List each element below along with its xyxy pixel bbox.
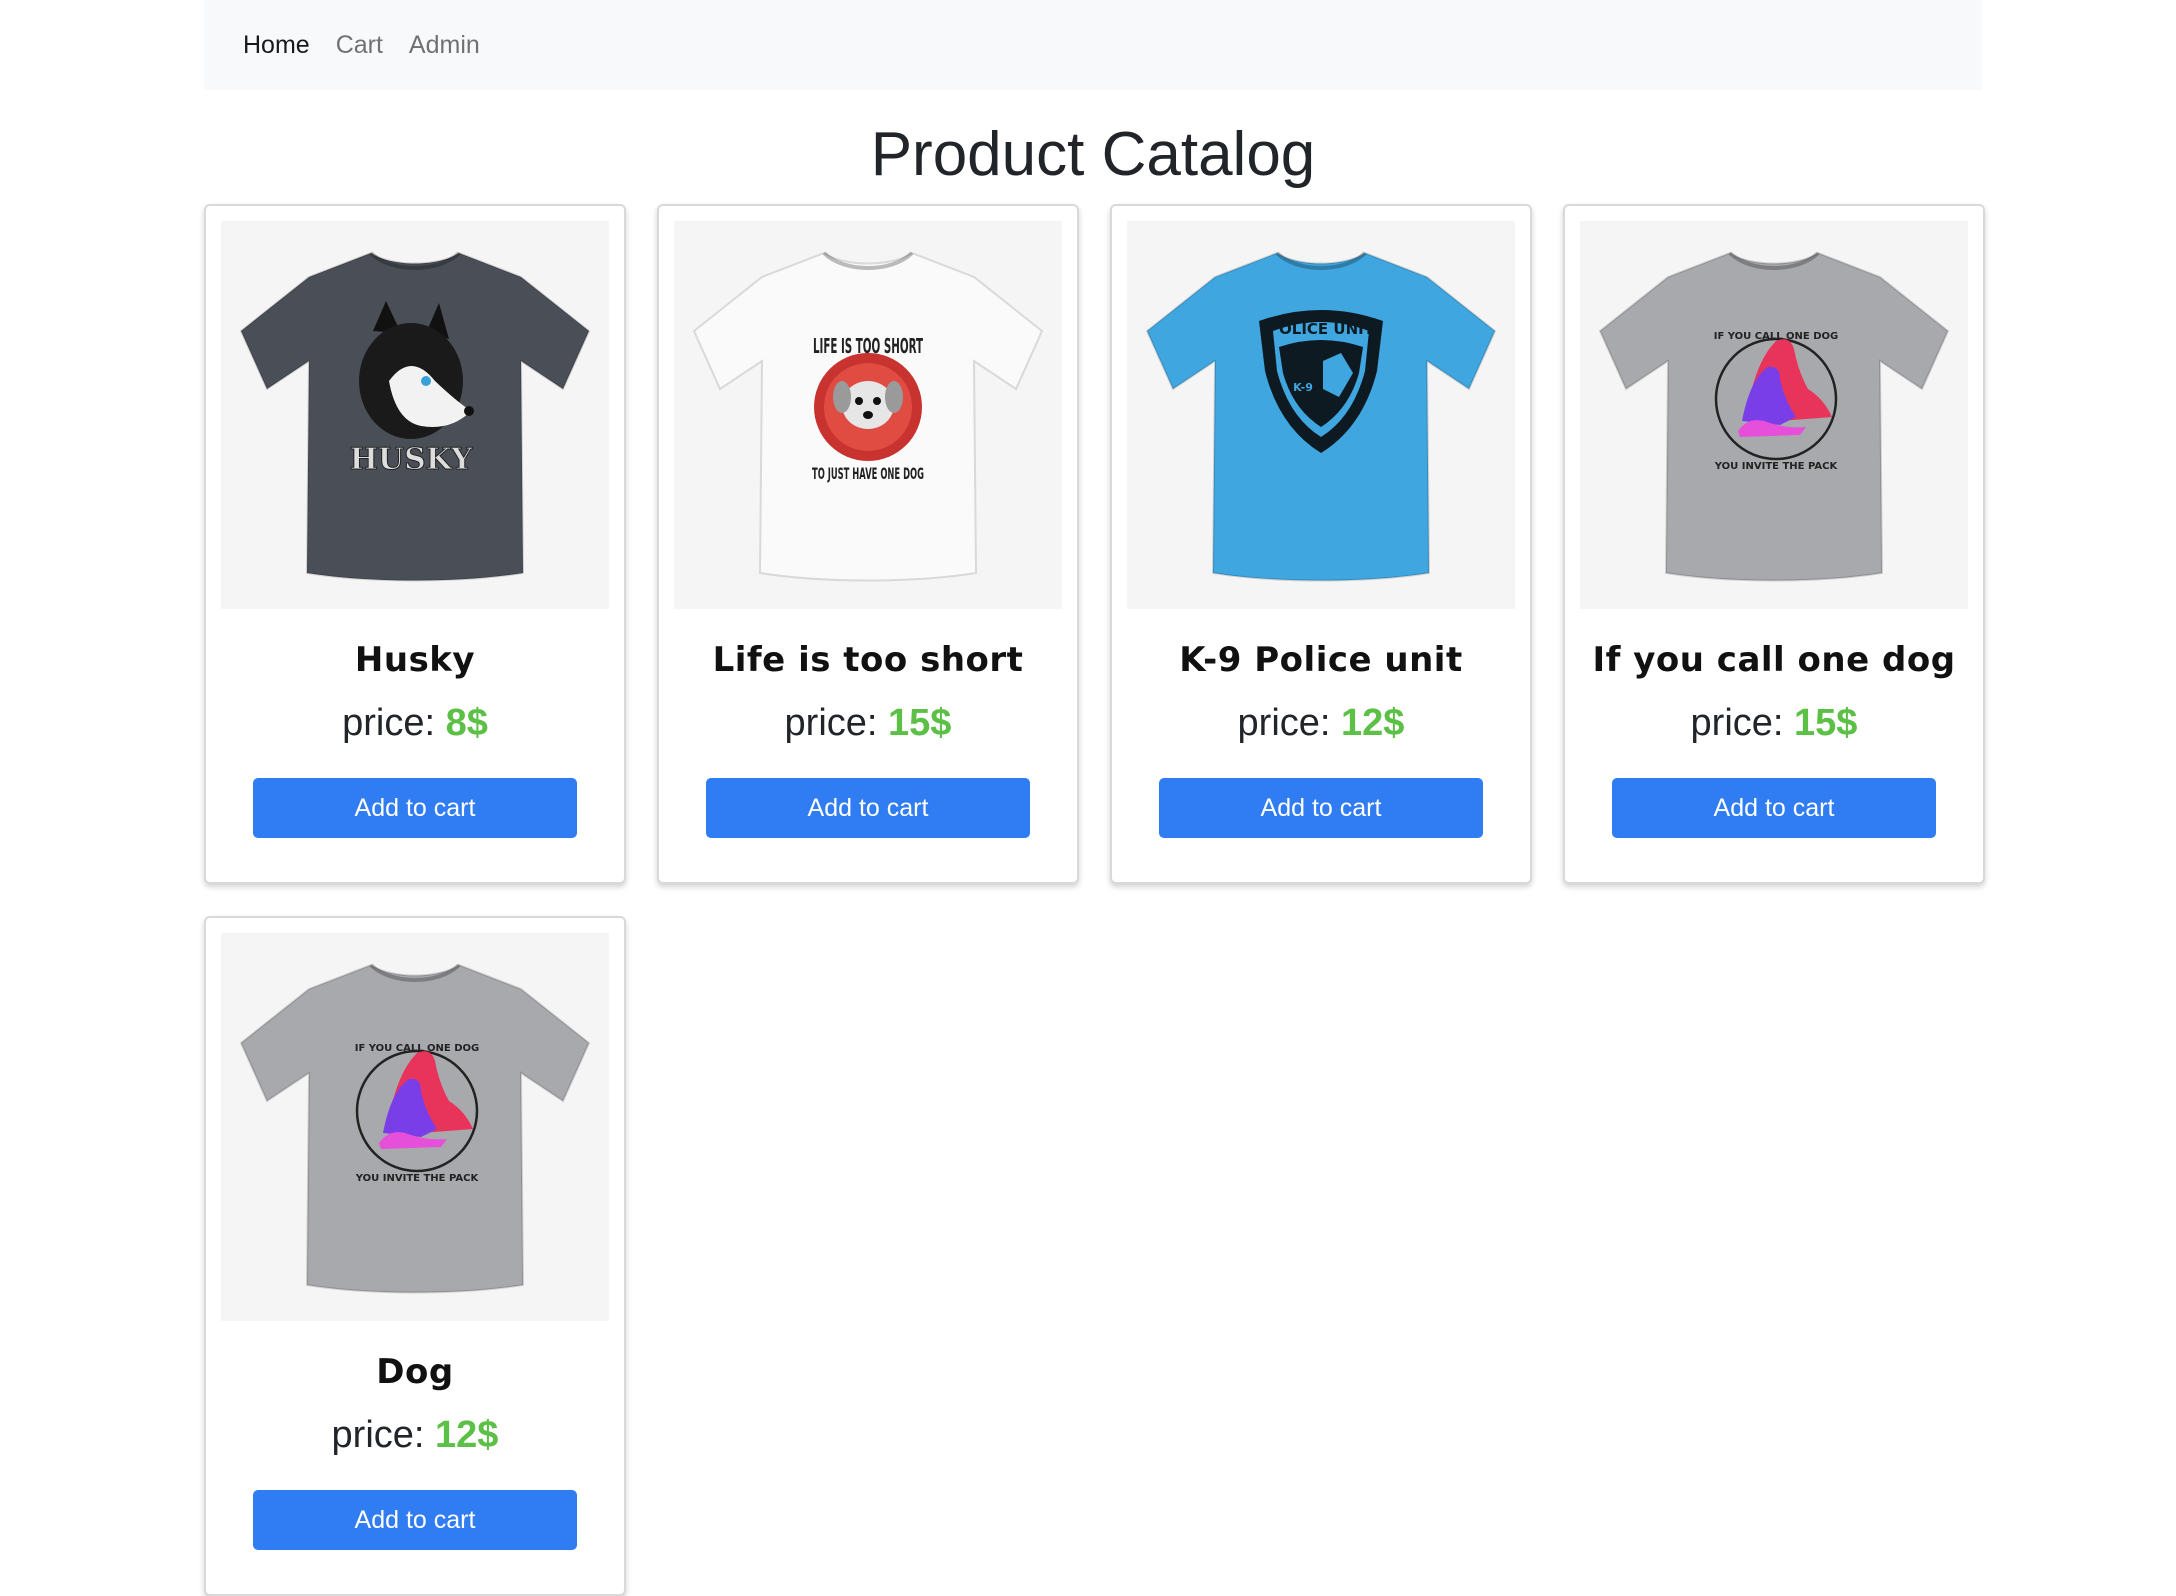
svg-text:TO JUST HAVE ONE DOG: TO JUST HAVE ONE DOG <box>812 464 924 483</box>
svg-text:IF YOU CALL ONE DOG: IF YOU CALL ONE DOG <box>355 1043 480 1054</box>
tshirt-image: POLICE UNIT K-9 <box>1145 251 1497 582</box>
product-price: price: 8$ <box>206 702 624 745</box>
add-to-cart-button[interactable]: Add to cart <box>706 778 1030 838</box>
product-name: Husky <box>354 640 476 680</box>
price-amount: 15$ <box>888 702 952 744</box>
price-label: price: <box>342 702 436 744</box>
product-name: Life is too short <box>712 640 1024 680</box>
tshirt-image: IF YOU CALL ONE DOG YOU INVITE THE PACK <box>1598 251 1950 582</box>
product-image: IF YOU CALL ONE DOG YOU INVITE THE PACK <box>1580 221 1968 609</box>
price-amount: 12$ <box>1341 702 1405 744</box>
price-label: price: <box>784 702 878 744</box>
nav-admin-link[interactable]: Admin <box>409 31 480 60</box>
tshirt-image: HUSKY <box>239 251 591 582</box>
price-label: price: <box>1237 702 1331 744</box>
add-to-cart-button[interactable]: Add to cart <box>1612 778 1936 838</box>
product-card: IF YOU CALL ONE DOG YOU INVITE THE PACK … <box>1563 204 1985 884</box>
svg-text:YOU INVITE THE PACK: YOU INVITE THE PACK <box>1714 461 1839 472</box>
product-price: price: 15$ <box>1565 702 1983 745</box>
tshirt-image: IF YOU CALL ONE DOG YOU INVITE THE PACK <box>239 963 591 1294</box>
add-to-cart-button[interactable]: Add to cart <box>253 778 577 838</box>
product-price: price: 12$ <box>1112 702 1530 745</box>
product-price: price: 15$ <box>659 702 1077 745</box>
product-card: HUSKY Husky price: 8$ Add to cart <box>204 204 626 884</box>
price-amount: 15$ <box>1794 702 1858 744</box>
svg-text:POLICE UNIT: POLICE UNIT <box>1268 320 1375 338</box>
svg-text:HUSKY: HUSKY <box>350 442 473 477</box>
tshirt-image: LIFE IS TOO SHORT TO JUST HAVE ONE DOG <box>692 251 1044 582</box>
product-image: IF YOU CALL ONE DOG YOU INVITE THE PACK <box>221 933 609 1321</box>
price-amount: 8$ <box>445 702 488 744</box>
svg-text:IF YOU CALL ONE DOG: IF YOU CALL ONE DOG <box>1714 331 1839 342</box>
product-image: HUSKY <box>221 221 609 609</box>
product-name: Dog <box>376 1352 454 1392</box>
nav-cart-link[interactable]: Cart <box>336 31 383 60</box>
page-container: Home Cart Admin Product Catalog HUSKY Hu… <box>204 0 1985 1596</box>
add-to-cart-button[interactable]: Add to cart <box>1159 778 1483 838</box>
svg-text:K-9: K-9 <box>1293 381 1313 394</box>
product-card: IF YOU CALL ONE DOG YOU INVITE THE PACK … <box>204 916 626 1596</box>
add-to-cart-button[interactable]: Add to cart <box>253 1490 577 1550</box>
product-name: If you call one dog <box>1592 640 1956 680</box>
product-image: POLICE UNIT K-9 <box>1127 221 1515 609</box>
product-card: POLICE UNIT K-9 K-9 Police unit price: 1… <box>1110 204 1532 884</box>
svg-text:YOU INVITE THE PACK: YOU INVITE THE PACK <box>355 1173 480 1184</box>
product-image: LIFE IS TOO SHORT TO JUST HAVE ONE DOG <box>674 221 1062 609</box>
price-label: price: <box>331 1414 425 1456</box>
navbar: Home Cart Admin <box>204 0 1982 90</box>
product-name: K-9 Police unit <box>1179 640 1463 680</box>
product-grid: HUSKY Husky price: 8$ Add to cart LIFE I… <box>204 204 1985 1596</box>
price-amount: 12$ <box>435 1414 499 1456</box>
page-title: Product Catalog <box>870 120 1316 189</box>
price-label: price: <box>1690 702 1784 744</box>
nav-home-link[interactable]: Home <box>243 31 310 60</box>
product-price: price: 12$ <box>206 1414 624 1457</box>
product-card: LIFE IS TOO SHORT TO JUST HAVE ONE DOG L… <box>657 204 1079 884</box>
